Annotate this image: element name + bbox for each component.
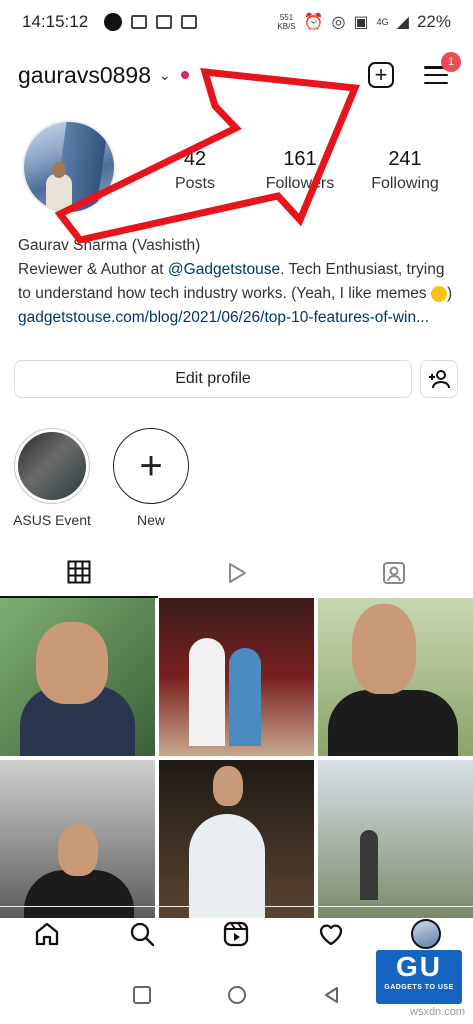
bio-text-end: ) [446, 285, 453, 302]
nav-activity[interactable] [311, 914, 351, 954]
gadgets-to-use-logo: GU GADGETS TO USE [376, 950, 462, 1004]
avatar-person [46, 174, 72, 212]
status-notification-icons [104, 13, 198, 31]
nav-search[interactable] [122, 914, 162, 954]
posts-grid [0, 598, 473, 918]
network-speed-unit: KB/S [277, 22, 296, 31]
winking-emoji-icon [430, 285, 447, 302]
battery-percentage: 22% [416, 12, 451, 31]
posts-label: Posts [174, 175, 215, 192]
post-figure [328, 690, 458, 756]
add-person-icon [429, 370, 450, 389]
profile-tabs [0, 548, 473, 598]
post-thumbnail[interactable] [159, 598, 314, 756]
tab-reels[interactable] [158, 548, 316, 598]
hamburger-line [424, 73, 448, 77]
nav-reels[interactable] [216, 914, 256, 954]
highlight-asus-event[interactable]: ASUS Event [12, 428, 92, 528]
heart-icon [319, 924, 343, 945]
post-thumbnail[interactable] [0, 760, 155, 918]
calendar-icon [181, 15, 198, 29]
reels-play-icon [228, 563, 246, 583]
bio-website-link[interactable]: gadgetstouse.com/blog/2021/06/26/top-10-… [18, 306, 458, 330]
network-speed-value: 551 [279, 13, 294, 22]
tab-posts-grid[interactable] [0, 548, 158, 598]
post-figure [360, 830, 378, 900]
status-system-icons: 551 KB/S ⏰ ◎ ▣ 4G ◢ 22% [277, 12, 451, 32]
discover-people-button[interactable] [420, 360, 458, 398]
post-thumbnail[interactable] [159, 760, 314, 918]
unread-dot-icon [180, 71, 189, 79]
hotspot-icon: ◎ [331, 14, 346, 31]
bio-text-prefix: Reviewer & Author at [18, 261, 168, 278]
avatar-head [52, 162, 66, 178]
post-figure [229, 648, 261, 746]
reels-icon [224, 921, 249, 946]
post-figure [189, 814, 265, 918]
nav-home[interactable] [27, 914, 67, 954]
create-post-button[interactable]: + [368, 62, 394, 88]
status-time: 14:15:12 [22, 12, 89, 31]
status-bar: 14:15:12 551 KB/S ⏰ ◎ ▣ 4G ◢ 22% [0, 0, 473, 44]
profile-avatar-small [410, 918, 441, 949]
volte-icon: ▣ [353, 14, 369, 31]
watermark-tagline: GADGETS TO USE [384, 984, 454, 991]
alarm-icon: ⏰ [303, 14, 324, 31]
post-face [213, 766, 243, 806]
bio-text: Reviewer & Author at @Gadgetstouse. Tech… [18, 258, 458, 306]
profile-avatar[interactable] [22, 120, 116, 214]
following-label: Following [371, 175, 439, 192]
plus-icon: + [374, 62, 388, 87]
highlight-cover [18, 432, 86, 500]
chevron-down-icon[interactable]: ⌄ [159, 67, 171, 84]
post-face [352, 604, 416, 694]
signal-icon: ◢ [396, 14, 409, 31]
stat-following[interactable]: 241 Following [360, 148, 450, 193]
followers-label: Followers [265, 175, 335, 192]
highlight-label: ASUS Event [13, 512, 91, 528]
grid-icon [67, 560, 91, 584]
stat-followers[interactable]: 161 Followers [255, 148, 345, 193]
home-circle-icon[interactable] [226, 984, 248, 1006]
post-face [58, 824, 98, 876]
post-figure [189, 638, 225, 746]
edit-profile-button[interactable]: Edit profile [14, 360, 412, 398]
post-thumbnail[interactable] [0, 598, 155, 756]
gallery-icon [131, 15, 148, 29]
hamburger-line [424, 81, 448, 84]
home-icon [36, 922, 59, 945]
site-watermark: wsxdn.com [410, 1006, 466, 1018]
bio-mention-link[interactable]: @Gadgetstouse [168, 261, 280, 278]
stat-posts[interactable]: 42 Posts [150, 148, 240, 193]
profile-name: Gaurav Sharma (Vashisth) [18, 237, 201, 254]
post-thumbnail[interactable] [318, 760, 473, 918]
profile-bio: Gaurav Sharma (Vashisth) Reviewer & Auth… [18, 234, 458, 330]
highlight-new[interactable]: + New [111, 428, 191, 528]
recents-square-icon[interactable] [132, 985, 152, 1005]
tab-tagged[interactable] [315, 548, 473, 598]
following-count: 241 [388, 148, 422, 170]
search-icon [130, 922, 155, 946]
notification-dot-icon [104, 13, 123, 31]
gmail-icon [156, 15, 173, 29]
posts-count: 42 [183, 148, 207, 170]
highlight-label: New [136, 512, 165, 528]
profile-header: gauravs0898 ⌄ + [0, 52, 473, 98]
highlight-ring [14, 428, 90, 504]
watermark-logo-text: GU [396, 951, 442, 982]
plus-icon: + [113, 428, 189, 504]
post-thumbnail[interactable] [318, 598, 473, 756]
network-speed: 551 KB/S [277, 13, 295, 31]
menu-badge: 1 [441, 52, 461, 72]
tagged-person-icon [383, 562, 406, 584]
network-type: 4G [376, 17, 389, 27]
username-switcher[interactable]: gauravs0898 [18, 62, 151, 89]
nav-profile[interactable] [406, 914, 446, 954]
back-triangle-icon[interactable] [322, 985, 342, 1005]
post-face [36, 622, 108, 704]
followers-count: 161 [283, 148, 317, 170]
